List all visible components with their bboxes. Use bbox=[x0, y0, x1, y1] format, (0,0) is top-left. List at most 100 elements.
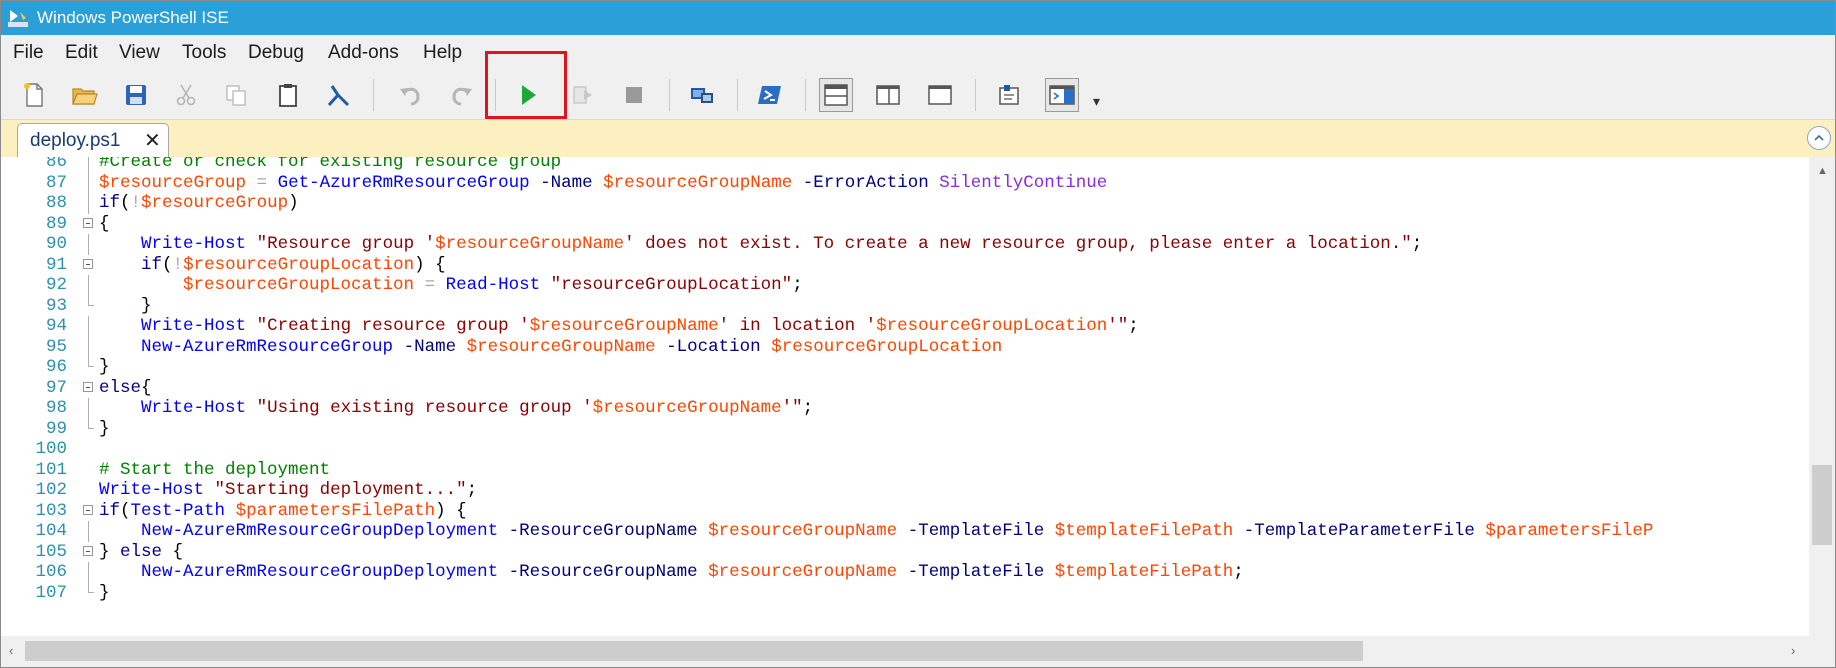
run-button-highlight bbox=[485, 51, 567, 119]
code-text: else{ bbox=[99, 377, 152, 398]
title-bar: Windows PowerShell ISE bbox=[1, 1, 1835, 35]
toolbar-overflow-icon[interactable]: ▾ bbox=[1093, 93, 1100, 110]
code-line[interactable]: 107} bbox=[1, 582, 1809, 604]
code-line[interactable]: 89 { bbox=[1, 214, 1809, 235]
save-button[interactable] bbox=[119, 78, 153, 112]
collapse-region-icon[interactable] bbox=[83, 217, 93, 228]
console-button[interactable] bbox=[321, 78, 355, 112]
stop-button[interactable] bbox=[617, 78, 651, 112]
menu-file[interactable]: File bbox=[13, 42, 44, 64]
code-line[interactable]: 90 Write-Host "Resource group '$resource… bbox=[1, 234, 1809, 255]
command-addon-button[interactable] bbox=[1045, 78, 1079, 112]
remote-session-button[interactable] bbox=[685, 78, 719, 112]
menu-view[interactable]: View bbox=[119, 42, 160, 64]
code-line[interactable]: 104 New-AzureRmResourceGroupDeployment -… bbox=[1, 521, 1809, 542]
menu-help[interactable]: Help bbox=[423, 42, 462, 64]
line-number: 100 bbox=[35, 439, 67, 459]
code-text: } bbox=[99, 295, 152, 316]
copy-icon bbox=[226, 85, 246, 106]
cut-button[interactable] bbox=[169, 78, 203, 112]
new-script-button[interactable] bbox=[17, 78, 51, 112]
line-number: 105 bbox=[35, 541, 67, 562]
code-line[interactable]: 99} bbox=[1, 418, 1809, 440]
code-line[interactable]: 105} else { bbox=[1, 542, 1809, 563]
fold-gutter[interactable] bbox=[83, 378, 97, 399]
code-line[interactable]: 88 if(!$resourceGroup) bbox=[1, 193, 1809, 214]
code-line[interactable]: 94 Write-Host "Creating resource group '… bbox=[1, 316, 1809, 337]
vertical-scroll-thumb[interactable] bbox=[1812, 465, 1832, 545]
layout-max-button[interactable] bbox=[923, 78, 957, 112]
chevron-up-icon bbox=[1814, 134, 1824, 141]
powershell-ise-window: Windows PowerShell ISE File Edit View To… bbox=[0, 0, 1836, 668]
code-text: $resourceGroupLocation = Read-Host "reso… bbox=[183, 275, 803, 295]
code-line[interactable]: 102 Write-Host "Starting deployment..."; bbox=[1, 480, 1809, 501]
collapse-script-pane-button[interactable] bbox=[1807, 126, 1831, 150]
horizontal-scrollbar[interactable]: ‹ › bbox=[1, 636, 1809, 667]
code-text: New-AzureRmResourceGroup -Name $resource… bbox=[141, 336, 1003, 357]
fold-gutter bbox=[83, 460, 97, 481]
menu-debug[interactable]: Debug bbox=[248, 42, 304, 64]
layout-right-button[interactable] bbox=[871, 78, 905, 112]
scroll-left-icon[interactable]: ‹ bbox=[9, 643, 13, 658]
show-script-icon bbox=[999, 85, 1019, 105]
script-tab-strip: deploy.ps1 ✕ bbox=[1, 119, 1835, 158]
code-line[interactable]: 91 if(!$resourceGroupLocation) { bbox=[1, 255, 1809, 276]
code-line[interactable]: 93 } bbox=[1, 295, 1809, 317]
code-line[interactable]: 95 New-AzureRmResourceGroup -Name $resou… bbox=[1, 336, 1809, 357]
collapse-region-icon[interactable] bbox=[83, 381, 93, 392]
line-number: 107 bbox=[35, 582, 67, 603]
menu-edit[interactable]: Edit bbox=[65, 42, 98, 64]
command-addon-icon bbox=[1049, 85, 1075, 105]
code-line[interactable]: 100 bbox=[1, 439, 1809, 460]
show-script-button[interactable] bbox=[993, 78, 1027, 112]
fold-gutter[interactable] bbox=[83, 542, 97, 563]
line-number: 103 bbox=[35, 500, 67, 521]
run-selection-button[interactable] bbox=[565, 78, 599, 112]
menu-add-ons[interactable]: Add-ons bbox=[328, 42, 399, 64]
layout-top-button[interactable] bbox=[819, 78, 853, 112]
paste-button[interactable] bbox=[271, 78, 305, 112]
layout-max-icon bbox=[928, 85, 952, 105]
code-line[interactable]: 98 Write-Host "Using existing resource g… bbox=[1, 398, 1809, 419]
redo-button[interactable] bbox=[445, 78, 479, 112]
code-line[interactable]: 106 New-AzureRmResourceGroupDeployment -… bbox=[1, 562, 1809, 583]
code-line[interactable]: 103 if(Test-Path $parametersFilePath) { bbox=[1, 501, 1809, 522]
close-tab-icon[interactable]: ✕ bbox=[144, 128, 161, 153]
fold-gutter[interactable] bbox=[83, 214, 97, 235]
remote-icon bbox=[691, 88, 713, 103]
fold-gutter bbox=[83, 234, 97, 255]
undo-button[interactable] bbox=[393, 78, 427, 112]
scroll-up-icon[interactable]: ▲ bbox=[1817, 165, 1828, 177]
fold-gutter[interactable] bbox=[83, 501, 97, 522]
code-line[interactable]: 87 $resourceGroup = Get-AzureRmResourceGr… bbox=[1, 172, 1809, 193]
menu-tools[interactable]: Tools bbox=[182, 42, 226, 64]
vertical-scrollbar[interactable]: ▲ bbox=[1809, 157, 1835, 636]
line-number: 97 bbox=[45, 377, 67, 398]
code-line[interactable]: 96} bbox=[1, 357, 1809, 378]
window-title: Windows PowerShell ISE bbox=[37, 8, 229, 27]
script-editor[interactable]: 86 #Create or check for existing resource… bbox=[1, 157, 1809, 636]
collapse-region-icon[interactable] bbox=[83, 504, 93, 515]
fold-gutter bbox=[83, 336, 97, 357]
scroll-right-icon[interactable]: › bbox=[1791, 643, 1795, 658]
fold-gutter[interactable] bbox=[83, 255, 97, 276]
fold-gutter bbox=[83, 357, 97, 378]
fold-gutter bbox=[83, 193, 97, 214]
code-line[interactable]: 97 else{ bbox=[1, 378, 1809, 399]
collapse-region-icon[interactable] bbox=[83, 258, 93, 269]
menu-bar: File Edit View Tools Debug Add-ons Help bbox=[1, 35, 1835, 71]
code-line[interactable]: 86 #Create or check for existing resource… bbox=[1, 157, 1809, 173]
collapse-region-icon[interactable] bbox=[83, 545, 93, 556]
horizontal-scroll-thumb[interactable] bbox=[25, 641, 1363, 661]
code-text: Write-Host "Using existing resource grou… bbox=[141, 398, 814, 418]
tab-deploy-ps1[interactable]: deploy.ps1 ✕ bbox=[17, 123, 169, 158]
fold-gutter bbox=[83, 157, 97, 173]
code-line[interactable]: 92 $resourceGroupLocation = Read-Host "r… bbox=[1, 275, 1809, 296]
code-text: Write-Host "Creating resource group '$re… bbox=[141, 316, 1139, 336]
copy-button[interactable] bbox=[219, 78, 253, 112]
code-line[interactable]: 101 # Start the deployment bbox=[1, 460, 1809, 481]
open-button[interactable] bbox=[67, 78, 101, 112]
code-text: if(!$resourceGroup) bbox=[99, 193, 299, 213]
powershell-button[interactable] bbox=[753, 78, 787, 112]
fold-gutter bbox=[83, 316, 97, 337]
